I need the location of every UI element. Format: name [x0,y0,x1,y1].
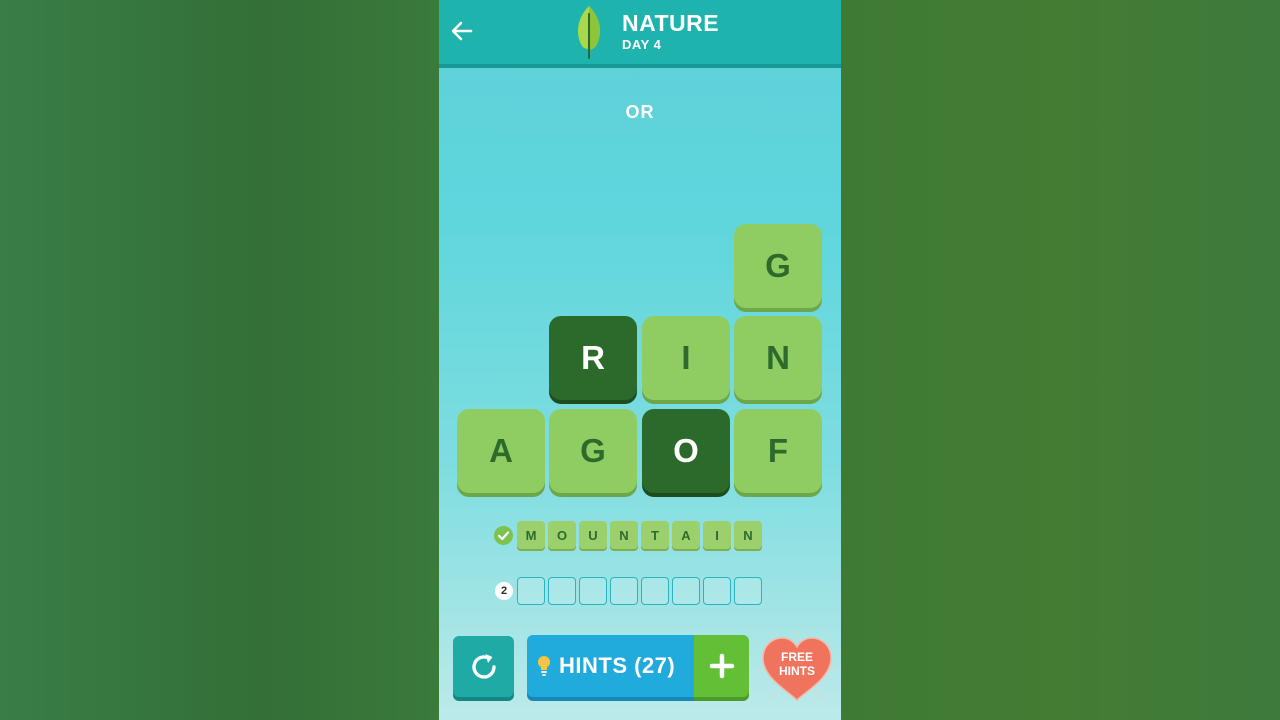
letter-tile-selected[interactable]: R [549,316,637,400]
game-screen: NATURE DAY 4 OR GRINAGOF MOUNTAIN 2 HINT… [439,0,841,720]
empty-letter-slot [672,577,700,605]
hints-label: HINTS (27) [559,653,676,678]
empty-letter-slot [548,577,576,605]
background-right [841,0,1280,720]
letter-tile[interactable]: I [642,316,730,400]
letter-tile[interactable]: G [549,409,637,493]
back-arrow-icon[interactable] [449,18,475,44]
day-label: DAY 4 [622,37,662,52]
word-row-solved: MOUNTAIN [439,521,841,549]
solved-letter: N [734,521,762,549]
hints-button[interactable]: HINTS (27) [527,635,694,697]
lightbulb-icon [538,656,550,676]
leaf-icon [577,6,601,59]
solved-letter: N [610,521,638,549]
letter-tile[interactable]: G [734,224,822,308]
free-hints-label: FREE HINTS [779,650,815,678]
free-hints-button[interactable]: FREE HINTS [757,628,837,708]
top-bar: NATURE DAY 4 [439,0,841,68]
plus-icon [709,653,734,679]
letter-tile[interactable]: N [734,316,822,400]
letter-tile[interactable]: A [457,409,545,493]
solved-letter: M [517,521,545,549]
solved-letter: O [548,521,576,549]
word-number-badge: 2 [495,582,513,600]
solved-letter: T [641,521,669,549]
empty-letter-slot [734,577,762,605]
buy-hints-button[interactable] [694,635,749,697]
solved-letter: U [579,521,607,549]
solved-letter: I [703,521,731,549]
empty-letter-slot [703,577,731,605]
empty-letter-slot [610,577,638,605]
solved-letter: A [672,521,700,549]
check-icon [494,526,513,545]
empty-letter-slot [517,577,545,605]
refresh-button[interactable] [453,636,514,697]
letter-tile-selected[interactable]: O [642,409,730,493]
word-row-pending: 2 [439,577,841,605]
category-title: NATURE [622,10,720,36]
background-left [0,0,439,720]
empty-letter-slot [641,577,669,605]
empty-letter-slot [579,577,607,605]
current-word: OR [625,102,655,122]
refresh-icon [471,653,496,679]
letter-tile[interactable]: F [734,409,822,493]
